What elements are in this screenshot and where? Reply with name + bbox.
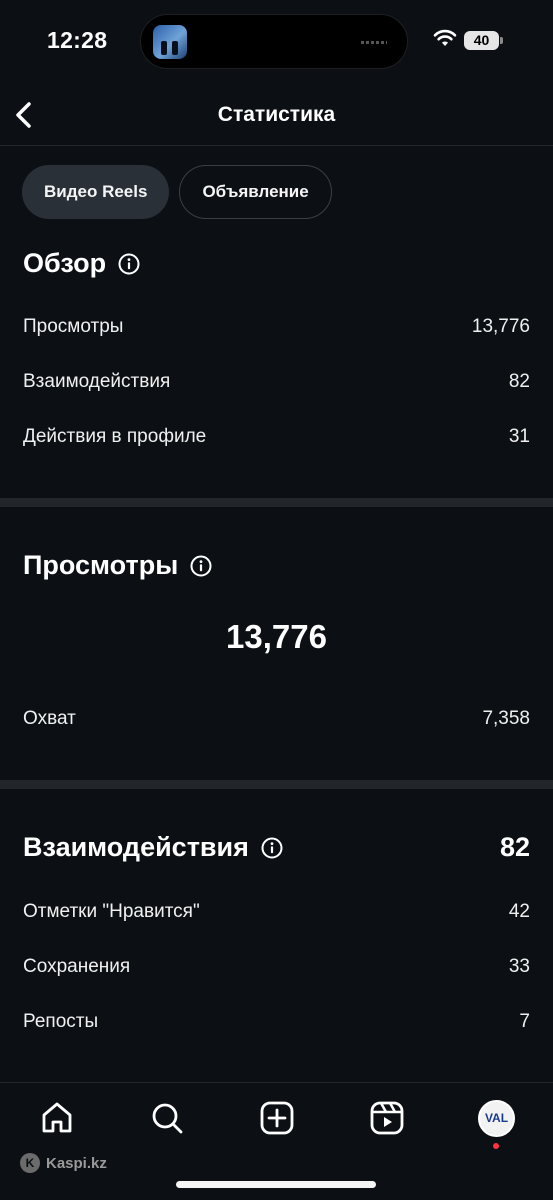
interactions-total: 82 [499, 832, 530, 862]
row-value: 42 [508, 901, 530, 922]
row-label: Репосты [23, 1011, 99, 1032]
views-section-title: Просмотры [23, 550, 212, 581]
section-divider [0, 780, 553, 789]
home-icon [42, 1102, 72, 1133]
row-value: 7 [519, 1011, 530, 1032]
nav-reels[interactable] [367, 1098, 407, 1138]
dynamic-island[interactable] [140, 14, 408, 69]
nav-create[interactable] [257, 1098, 297, 1138]
section-divider [0, 498, 553, 507]
battery-indicator: 40 [464, 31, 499, 50]
row-label: Действия в профиле [23, 426, 207, 447]
views-total: 13,776 [226, 618, 327, 655]
page-title: Статистика [217, 103, 336, 126]
now-playing-thumbnail[interactable] [153, 25, 187, 59]
battery-cap [500, 37, 503, 44]
wifi-icon [433, 29, 457, 46]
views-row-reach[interactable]: Охват 7,358 [23, 708, 530, 730]
row-value: 82 [508, 371, 530, 392]
info-icon[interactable] [118, 253, 140, 275]
views-title: Просмотры [23, 550, 179, 580]
kaspi-logo-icon: K [20, 1153, 40, 1173]
interactions-section-title: Взаимодействия [23, 832, 283, 863]
info-icon[interactable] [261, 837, 283, 859]
nav-search[interactable] [147, 1098, 187, 1138]
interactions-title: Взаимодействия [23, 832, 249, 862]
row-value: 7,358 [482, 708, 530, 729]
row-value: 31 [508, 426, 530, 447]
tab-reels-video[interactable]: Видео Reels [22, 165, 170, 219]
watermark-text: Kaspi.kz [46, 1154, 107, 1172]
interactions-row-likes[interactable]: Отметки "Нравится" 42 [23, 901, 530, 923]
create-icon [260, 1101, 294, 1135]
watermark: K Kaspi.kz [20, 1153, 107, 1173]
status-bar: 12:28 40 [0, 0, 553, 84]
notification-dot [493, 1143, 499, 1149]
row-value: 33 [508, 956, 530, 977]
tab-ad[interactable]: Объявление [179, 165, 332, 219]
header: Статистика [0, 84, 553, 146]
home-indicator[interactable] [176, 1181, 376, 1188]
status-time: 12:28 [47, 27, 108, 53]
interactions-row-reposts[interactable]: Репосты 7 [23, 1011, 530, 1033]
info-icon[interactable] [190, 555, 212, 577]
row-label: Отметки "Нравится" [23, 901, 200, 922]
audio-wave-icon [361, 41, 387, 44]
reels-icon [370, 1101, 404, 1135]
profile-avatar[interactable]: VAL [478, 1100, 515, 1137]
row-label: Охват [23, 708, 76, 729]
overview-section-title: Обзор [23, 248, 140, 279]
overview-row-interactions[interactable]: Взаимодействия 82 [23, 371, 530, 393]
nav-home[interactable] [37, 1098, 77, 1138]
interactions-row-saves[interactable]: Сохранения 33 [23, 956, 530, 978]
row-label: Просмотры [23, 316, 124, 337]
row-value: 13,776 [471, 316, 530, 337]
overview-row-profile-actions[interactable]: Действия в профиле 31 [23, 426, 530, 448]
overview-title: Обзор [23, 248, 107, 278]
search-icon [152, 1103, 183, 1134]
tab-bar: Видео Reels Объявление [22, 165, 332, 219]
overview-row-views[interactable]: Просмотры 13,776 [23, 316, 530, 338]
row-label: Сохранения [23, 956, 131, 977]
row-label: Взаимодействия [23, 371, 171, 392]
